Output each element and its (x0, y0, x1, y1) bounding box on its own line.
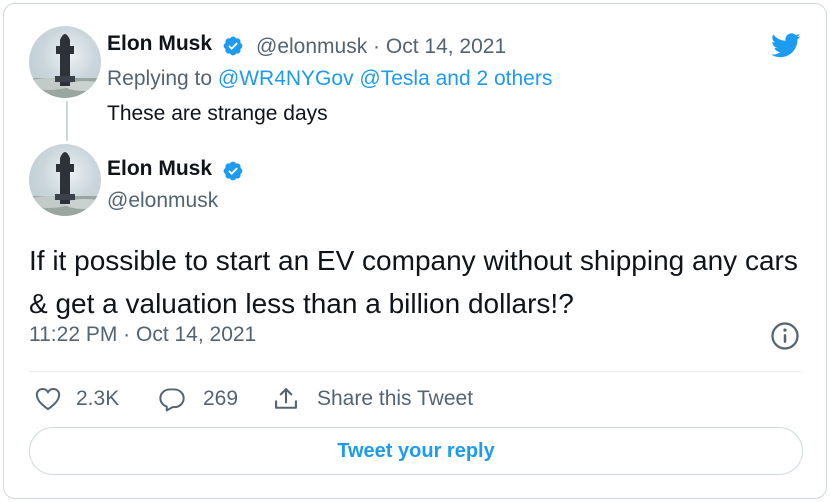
reply-count: 269 (203, 387, 239, 410)
replying-to-line: Replying to @WR4NYGov @Tesla and 2 other… (107, 67, 552, 91)
like-count: 2.3K (76, 387, 120, 410)
like-action[interactable]: 2.3K (34, 384, 119, 414)
reply-icon (159, 388, 185, 412)
replying-others-link[interactable]: and 2 others (430, 67, 553, 90)
reply-action[interactable]: 269 (158, 384, 238, 414)
share-action[interactable]: Share this Tweet (272, 384, 473, 414)
replying-prefix: Replying to (107, 67, 218, 90)
verified-badge-icon (223, 36, 243, 56)
share-icon (275, 388, 297, 409)
info-icon[interactable] (770, 321, 800, 351)
thread-connector-line (66, 101, 68, 141)
twitter-bird-icon[interactable] (768, 30, 804, 60)
verified-badge-icon (223, 161, 243, 181)
parent-author-avatar[interactable] (29, 26, 101, 98)
main-author-handle[interactable]: @elonmusk (107, 189, 218, 213)
tweet-your-reply-button[interactable]: Tweet your reply (29, 427, 803, 475)
parent-author-handle[interactable]: @elonmusk · Oct 14, 2021 (256, 35, 506, 59)
parent-handle-text[interactable]: @elonmusk (256, 35, 367, 58)
parent-author-name[interactable]: Elon Musk (107, 32, 212, 56)
main-tweet-text: If it possible to start an EV company wi… (29, 245, 798, 319)
main-author-avatar[interactable] (29, 144, 101, 216)
parent-separator: · (373, 35, 381, 58)
share-label: Share this Tweet (317, 387, 474, 410)
parent-tweet-text: These are strange days (107, 102, 328, 125)
heart-icon (35, 387, 61, 411)
tweet-embed-card: Elon Musk @elonmusk · Oct 14, 2021 Reply… (3, 3, 827, 499)
replying-mentions-link[interactable]: @WR4NYGov @Tesla (218, 67, 430, 90)
tweet-timestamp[interactable]: 11:22 PM · Oct 14, 2021 (29, 323, 256, 347)
main-author-name[interactable]: Elon Musk (107, 157, 212, 181)
parent-date[interactable]: Oct 14, 2021 (386, 35, 506, 58)
divider (29, 371, 801, 372)
